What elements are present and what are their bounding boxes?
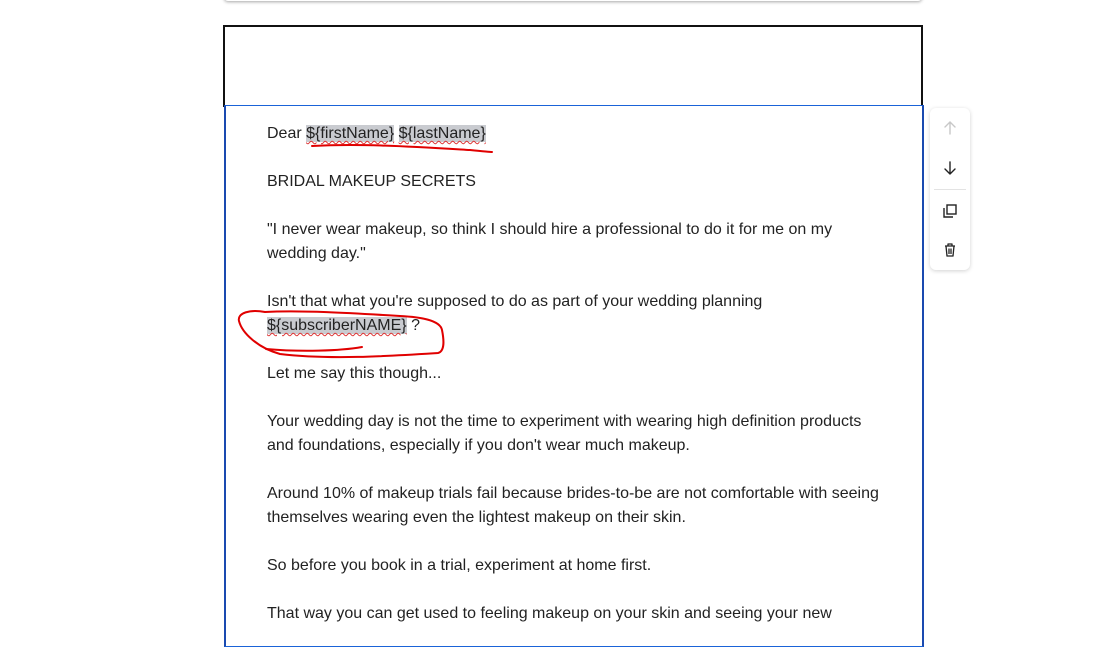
previous-block-card[interactable] [224, 0, 922, 1]
duplicate-icon [943, 204, 957, 218]
delete-button[interactable] [938, 238, 962, 262]
arrow-up-icon [944, 121, 956, 135]
email-body[interactable]: Dear ${firstName} ${lastName} BRIDAL MAK… [267, 122, 887, 650]
wedding-day-paragraph: Your wedding day is not the time to expe… [267, 413, 862, 454]
planning-suffix: ? [406, 317, 420, 334]
trash-icon [945, 243, 955, 257]
move-down-button[interactable] [938, 156, 962, 180]
move-up-button[interactable] [938, 116, 962, 140]
email-header-block[interactable] [223, 25, 923, 107]
subscriber-name-merge-tag[interactable]: ${subscriberNAME} [267, 317, 407, 334]
toolbar-divider [934, 189, 966, 190]
say-this-paragraph: Let me say this though... [267, 365, 442, 382]
before-trial-paragraph: So before you book in a trial, experimen… [267, 557, 652, 574]
planning-paragraph: Isn't that what you're supposed to do as… [267, 290, 887, 338]
duplicate-button[interactable] [938, 199, 962, 223]
block-toolbar [930, 108, 970, 270]
planning-text: Isn't that what you're supposed to do as… [267, 293, 763, 310]
email-text-block[interactable]: Dear ${firstName} ${lastName} BRIDAL MAK… [224, 105, 924, 647]
first-name-merge-tag[interactable]: ${firstName} [306, 125, 395, 142]
arrow-down-icon [944, 161, 956, 175]
greeting-line: Dear ${firstName} ${lastName} [267, 122, 887, 146]
that-way-paragraph: That way you can get used to feeling mak… [267, 605, 832, 622]
quote-paragraph: "I never wear makeup, so think I should … [267, 221, 833, 262]
trials-paragraph: Around 10% of makeup trials fail because… [267, 485, 879, 526]
email-heading: BRIDAL MAKEUP SECRETS [267, 173, 476, 190]
last-name-merge-tag[interactable]: ${lastName} [398, 125, 486, 142]
greeting-prefix: Dear [267, 125, 307, 142]
